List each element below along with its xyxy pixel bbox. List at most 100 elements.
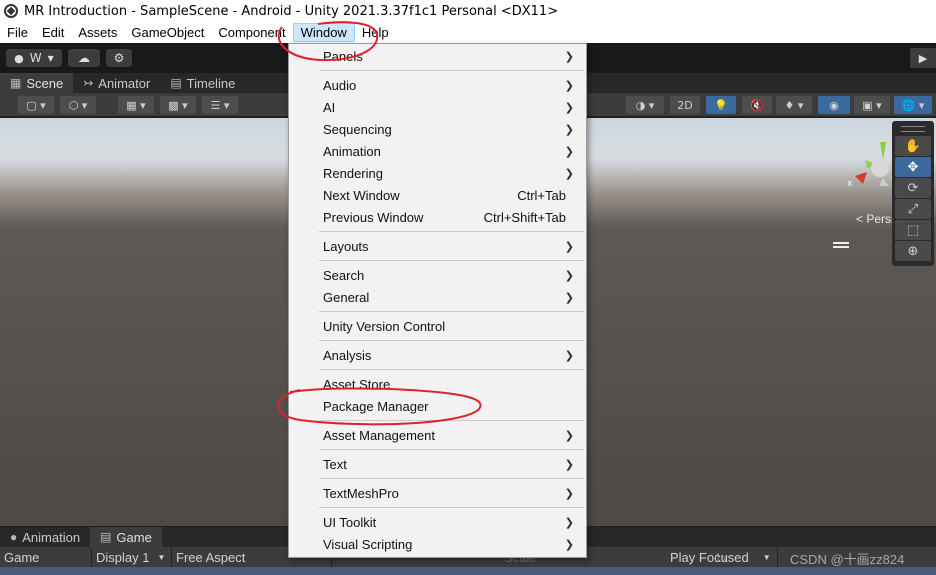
chevron-right-icon: ❯ bbox=[564, 79, 574, 92]
menu-item-label: TextMeshPro bbox=[323, 485, 399, 501]
gizmos-dropdown[interactable]: 🌐 ▾ bbox=[894, 96, 932, 114]
menu-item-visual-scripting[interactable]: Visual Scripting ❯ bbox=[289, 533, 586, 555]
menu-item-text[interactable]: Text ❯ bbox=[289, 453, 586, 475]
tab-animation-label: Animation bbox=[22, 529, 81, 545]
account-label: W bbox=[29, 51, 42, 65]
menu-item-sequencing[interactable]: Sequencing ❯ bbox=[289, 118, 586, 140]
menu-item-label: Panels bbox=[323, 48, 363, 64]
drag-handle[interactable] bbox=[901, 126, 925, 132]
move-icon[interactable]: ✥ bbox=[895, 157, 931, 177]
lighting-toggle[interactable]: 💡 bbox=[706, 96, 736, 114]
mode-2d-button[interactable]: 2D bbox=[670, 96, 700, 114]
render-mode-dropdown[interactable]: ◑ ▾ bbox=[626, 96, 664, 114]
tab-scene[interactable]: ▦ Scene bbox=[0, 73, 74, 93]
menu-item-next-window[interactable]: Next Window Ctrl+Tab bbox=[289, 184, 586, 206]
ruler-icon: ☰ ▾ bbox=[210, 98, 230, 112]
menu-item-label: Previous Window bbox=[323, 209, 424, 225]
menu-separator bbox=[319, 449, 584, 450]
tab-game[interactable]: ▤ Game bbox=[90, 527, 162, 547]
chevron-right-icon: ❯ bbox=[564, 516, 574, 529]
rotate-icon[interactable]: ⟳ bbox=[895, 178, 931, 198]
shading-dropdown[interactable]: ⬡ ▾ bbox=[60, 96, 96, 114]
transform-icon[interactable]: ⊕ bbox=[895, 241, 931, 261]
menu-item-label: Unity Version Control bbox=[323, 318, 446, 334]
cloud-button[interactable]: ☁ bbox=[68, 49, 100, 67]
title-bar: MR Introduction - SampleScene - Android … bbox=[0, 0, 936, 22]
tab-animation[interactable]: ● Animation bbox=[0, 527, 90, 547]
menu-item-ai[interactable]: AI ❯ bbox=[289, 96, 586, 118]
chevron-right-icon: ❯ bbox=[564, 291, 574, 304]
lightbulb-icon: 💡 bbox=[714, 98, 728, 112]
menu-window[interactable]: Window bbox=[292, 23, 355, 42]
menu-item-panels[interactable]: Panels ❯ bbox=[289, 45, 586, 67]
menu-component[interactable]: Component bbox=[211, 23, 292, 42]
play-focused-dropdown[interactable]: Play Focused ▼ bbox=[666, 547, 778, 567]
scale-icon[interactable]: ⤢ bbox=[895, 199, 931, 219]
menu-item-ui-toolkit[interactable]: UI Toolkit ❯ bbox=[289, 511, 586, 533]
camera-dropdown[interactable]: ▣ ▾ bbox=[854, 96, 890, 114]
hand-icon[interactable]: ✋ bbox=[895, 136, 931, 156]
rect-icon[interactable]: ⬚ bbox=[895, 220, 931, 240]
tab-timeline-label: Timeline bbox=[186, 75, 236, 91]
menu-item-label: Search bbox=[323, 267, 365, 283]
snap-dropdown[interactable]: ▦ ▾ bbox=[118, 96, 154, 114]
menu-item-previous-window[interactable]: Previous Window Ctrl+Shift+Tab bbox=[289, 206, 586, 228]
menu-item-textmeshpro[interactable]: TextMeshPro ❯ bbox=[289, 482, 586, 504]
overlay-menu-icon[interactable] bbox=[833, 242, 849, 248]
visibility-toggle[interactable]: ◉ bbox=[818, 96, 850, 114]
gizmo-x-axis[interactable] bbox=[855, 172, 867, 184]
menu-item-search[interactable]: Search ❯ bbox=[289, 264, 586, 286]
menu-file[interactable]: File bbox=[0, 23, 35, 42]
menu-assets[interactable]: Assets bbox=[71, 23, 124, 42]
increment-snap-dropdown[interactable]: ▩ ▾ bbox=[160, 96, 196, 114]
gamepad-icon: ▤ bbox=[100, 530, 112, 544]
gizmo-center[interactable] bbox=[871, 159, 889, 177]
tab-timeline[interactable]: ▤ Timeline bbox=[160, 73, 245, 93]
menu-item-package-manager[interactable]: Package Manager bbox=[289, 395, 586, 417]
mode-2d-label: 2D bbox=[677, 98, 693, 112]
effects-icon: ♦ ▾ bbox=[784, 98, 804, 112]
menu-item-unity-version-control[interactable]: Unity Version Control bbox=[289, 315, 586, 337]
menu-item-label: Layouts bbox=[323, 238, 369, 254]
menu-separator bbox=[319, 260, 584, 261]
menu-item-analysis[interactable]: Analysis ❯ bbox=[289, 344, 586, 366]
play-button[interactable]: ▶ bbox=[910, 48, 936, 68]
chevron-right-icon: ❯ bbox=[564, 145, 574, 158]
display-dropdown[interactable]: Display 1 ▼ bbox=[92, 547, 172, 567]
menu-item-layouts[interactable]: Layouts ❯ bbox=[289, 235, 586, 257]
menu-edit[interactable]: Edit bbox=[35, 23, 71, 42]
tab-scene-label: Scene bbox=[26, 75, 64, 91]
menu-item-shortcut: Ctrl+Tab bbox=[517, 187, 566, 203]
account-button[interactable]: ● W ▼ bbox=[6, 49, 62, 67]
collab-button[interactable]: ⚙ bbox=[106, 49, 132, 67]
draw-mode-icon: ▢ ▾ bbox=[26, 98, 46, 112]
menu-item-shortcut: Ctrl+Shift+Tab bbox=[483, 209, 566, 225]
draw-mode-dropdown[interactable]: ▢ ▾ bbox=[18, 96, 54, 114]
menu-item-label: Rendering bbox=[323, 165, 383, 181]
snap-increment-icon: ▩ ▾ bbox=[168, 98, 188, 112]
menu-item-asset-store[interactable]: Asset Store bbox=[289, 373, 586, 395]
menu-item-asset-management[interactable]: Asset Management ❯ bbox=[289, 424, 586, 446]
grid-dropdown[interactable]: ☰ ▾ bbox=[202, 96, 238, 114]
menu-separator bbox=[319, 70, 584, 71]
menu-item-rendering[interactable]: Rendering ❯ bbox=[289, 162, 586, 184]
menu-help[interactable]: Help bbox=[355, 23, 396, 42]
audio-toggle[interactable]: 🔇 bbox=[742, 96, 772, 114]
menu-item-audio[interactable]: Audio ❯ bbox=[289, 74, 586, 96]
effects-dropdown[interactable]: ♦ ▾ bbox=[776, 96, 812, 114]
menu-gameobject[interactable]: GameObject bbox=[124, 23, 211, 42]
animation-icon: ● bbox=[10, 530, 18, 544]
gear-icon: ⚙ bbox=[113, 51, 125, 65]
menu-item-general[interactable]: General ❯ bbox=[289, 286, 586, 308]
menu-separator bbox=[319, 369, 584, 370]
gizmo-y-axis[interactable] bbox=[880, 142, 886, 160]
tab-animator[interactable]: ↣ Animator bbox=[73, 73, 160, 93]
game-view-dropdown[interactable]: Game bbox=[0, 547, 92, 567]
play-focused-label: Play Focused bbox=[670, 549, 749, 565]
menu-separator bbox=[319, 340, 584, 341]
tab-animator-label: Animator bbox=[98, 75, 151, 91]
menu-item-animation[interactable]: Animation ❯ bbox=[289, 140, 586, 162]
chevron-down-icon: ▼ bbox=[157, 552, 166, 562]
user-icon: ● bbox=[14, 51, 24, 65]
gizmo-z-axis[interactable] bbox=[879, 178, 889, 186]
